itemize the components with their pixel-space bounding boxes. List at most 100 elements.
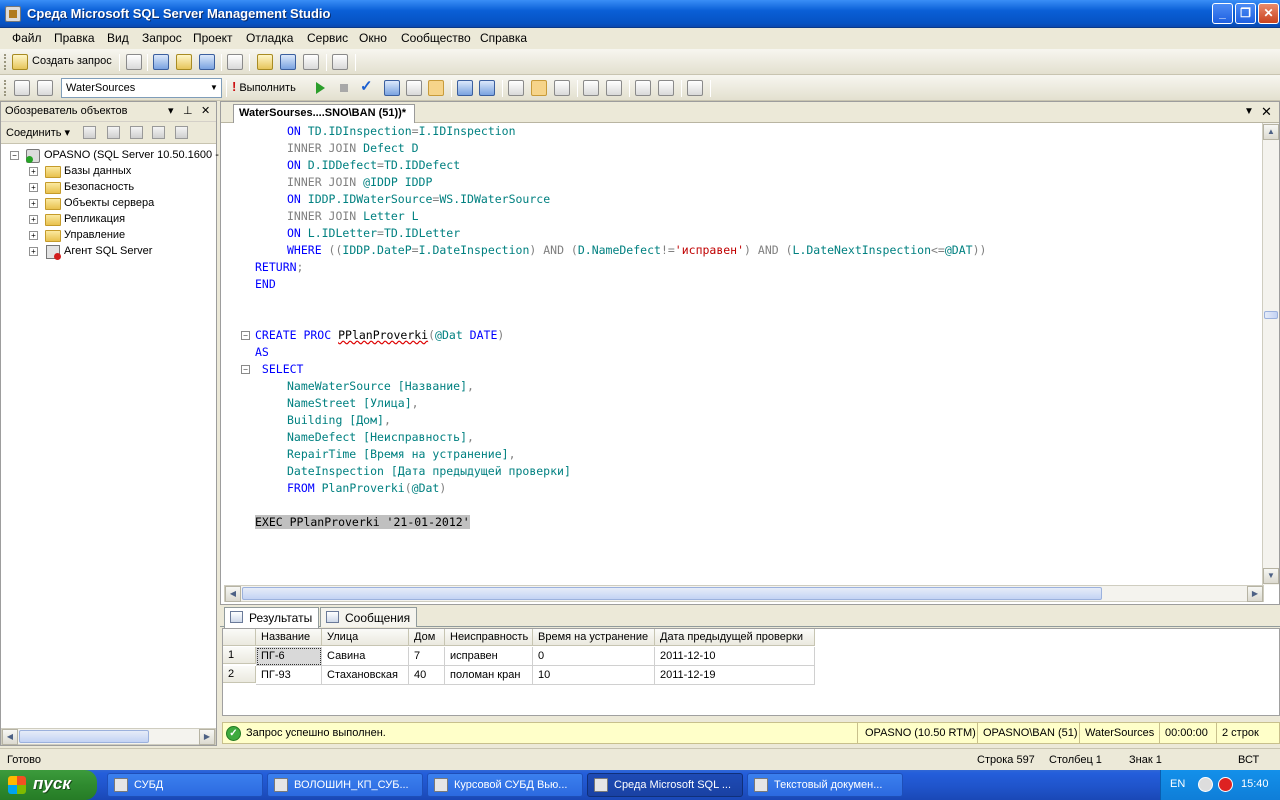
grid-cell[interactable]: 10 bbox=[533, 666, 655, 685]
disconnect-icon[interactable] bbox=[107, 126, 120, 139]
code-line[interactable]: INNER JOIN Defect D bbox=[287, 140, 419, 157]
include-plan-icon[interactable] bbox=[457, 80, 473, 96]
scroll-left-icon[interactable]: ◀ bbox=[2, 729, 18, 745]
scroll-left-icon[interactable]: ◀ bbox=[225, 586, 241, 602]
editor-hscroll[interactable]: ◀ ▶ bbox=[224, 585, 1264, 602]
task-text-doc[interactable]: Текстовый докумен... bbox=[747, 773, 903, 797]
column-header[interactable]: Дом bbox=[409, 629, 445, 646]
collapse-icon[interactable]: − bbox=[10, 151, 19, 160]
menu-project[interactable]: Проект bbox=[193, 31, 233, 45]
code-area[interactable]: ON TD.IDInspection=I.IDInspection INNER J… bbox=[221, 123, 1261, 585]
grid-cell[interactable]: Савина bbox=[322, 647, 409, 666]
specify-values-icon[interactable] bbox=[687, 80, 703, 96]
menu-view[interactable]: Вид bbox=[107, 31, 129, 45]
connect-server-icon[interactable] bbox=[83, 126, 96, 139]
menu-query[interactable]: Запрос bbox=[142, 31, 182, 45]
print-icon[interactable] bbox=[303, 54, 319, 70]
menu-window[interactable]: Окно bbox=[359, 31, 387, 45]
pin-icon[interactable]: ⊥ bbox=[183, 104, 193, 117]
grid-cell[interactable]: Стахановская bbox=[322, 666, 409, 685]
increase-indent-icon[interactable] bbox=[658, 80, 674, 96]
column-header[interactable]: Время на устранение bbox=[533, 629, 655, 646]
column-header[interactable]: Улица bbox=[322, 629, 409, 646]
activity-monitor-icon[interactable] bbox=[332, 54, 348, 70]
code-line[interactable]: RepairTime [Время на устранение], bbox=[287, 446, 516, 463]
grid-cell[interactable]: 7 bbox=[409, 647, 445, 666]
code-line[interactable]: FROM PlanProverki(@Dat) bbox=[287, 480, 446, 497]
tab-list-icon[interactable]: ▼ bbox=[1244, 106, 1254, 117]
grid-cell[interactable]: ПГ-6 bbox=[256, 647, 322, 666]
results-to-text-icon[interactable] bbox=[508, 80, 524, 96]
code-line[interactable]: SELECT bbox=[255, 361, 304, 378]
column-header[interactable]: Название bbox=[256, 629, 322, 646]
row-header[interactable]: 1 bbox=[223, 647, 256, 664]
scroll-up-icon[interactable]: ▲ bbox=[1263, 124, 1279, 140]
code-line[interactable]: END bbox=[255, 276, 276, 293]
grid-cell[interactable]: 2011-12-19 bbox=[655, 666, 815, 685]
task-ssms[interactable]: Среда Microsoft SQL ... bbox=[587, 773, 743, 797]
grid-cell[interactable]: ПГ-93 bbox=[256, 666, 322, 685]
task-folder[interactable]: СУБД bbox=[107, 773, 263, 797]
expand-icon[interactable]: + bbox=[29, 231, 38, 240]
expand-icon[interactable]: + bbox=[29, 183, 38, 192]
connect-dropdown[interactable]: Соединить ▾ bbox=[6, 126, 70, 139]
object-explorer-hscroll[interactable]: ◀ ▶ bbox=[1, 728, 216, 745]
expand-icon[interactable]: + bbox=[29, 167, 38, 176]
scroll-thumb[interactable] bbox=[19, 730, 149, 743]
grid-cell[interactable]: исправен bbox=[445, 647, 533, 666]
results-to-grid-icon[interactable] bbox=[428, 80, 444, 96]
fold-icon[interactable]: − bbox=[241, 365, 250, 374]
scroll-right-icon[interactable]: ▶ bbox=[199, 729, 215, 745]
code-line[interactable]: AS bbox=[255, 344, 269, 361]
grid-cell[interactable]: 2011-12-10 bbox=[655, 647, 815, 666]
toolbar-overflow[interactable] bbox=[355, 54, 356, 71]
code-line[interactable]: Building [Дом], bbox=[287, 412, 391, 429]
tab-results[interactable]: Результаты bbox=[224, 607, 320, 628]
editor-vscroll[interactable]: ▲ ▼ bbox=[1262, 123, 1279, 585]
connect-icon[interactable] bbox=[14, 80, 30, 96]
maximize-button[interactable]: ❐ bbox=[1235, 3, 1256, 24]
close-button[interactable]: ✕ bbox=[1258, 3, 1279, 24]
stop-icon[interactable] bbox=[130, 126, 143, 139]
execute-button[interactable]: ! Выполнить bbox=[232, 79, 296, 94]
menu-help[interactable]: Справка bbox=[480, 31, 527, 45]
code-line[interactable]: NameStreet [Улица], bbox=[287, 395, 419, 412]
code-line[interactable]: ON L.IDLetter=TD.IDLetter bbox=[287, 225, 460, 242]
task-word-doc-1[interactable]: ВОЛОШИН_КП_СУБ... bbox=[267, 773, 423, 797]
grid-corner[interactable] bbox=[223, 629, 256, 646]
results-grid-toggle-icon[interactable] bbox=[531, 80, 547, 96]
code-line[interactable]: INNER JOIN @IDDP IDDP bbox=[287, 174, 432, 191]
column-header[interactable]: Неисправность bbox=[445, 629, 533, 646]
code-line[interactable]: NameDefect [Неисправность], bbox=[287, 429, 474, 446]
grid-cell[interactable]: поломан кран bbox=[445, 666, 533, 685]
uncomment-icon[interactable] bbox=[606, 80, 622, 96]
toolbar-grip[interactable] bbox=[4, 54, 7, 70]
save-icon[interactable] bbox=[280, 54, 296, 70]
panel-menu-icon[interactable]: ▾ bbox=[168, 104, 174, 117]
new-query-icon[interactable] bbox=[12, 54, 28, 70]
panel-close-icon[interactable]: ✕ bbox=[201, 104, 210, 117]
expand-icon[interactable]: + bbox=[29, 199, 38, 208]
parse-check-icon[interactable]: ✓ bbox=[360, 77, 373, 95]
toolbar-grip[interactable] bbox=[4, 80, 7, 96]
code-line[interactable]: ON TD.IDInspection=I.IDInspection bbox=[287, 123, 516, 140]
results-to-file-icon[interactable] bbox=[554, 80, 570, 96]
query-designer-icon[interactable] bbox=[406, 80, 422, 96]
analysis-query-icon[interactable] bbox=[176, 54, 192, 70]
row-header[interactable]: 2 bbox=[223, 666, 256, 683]
client-statistics-icon[interactable] bbox=[479, 80, 495, 96]
menu-file[interactable]: Файл bbox=[12, 31, 42, 45]
close-tab-icon[interactable]: ✕ bbox=[1261, 104, 1272, 120]
open-folder-icon[interactable] bbox=[257, 54, 273, 70]
refresh-icon[interactable] bbox=[175, 126, 188, 139]
copy-file-icon[interactable] bbox=[227, 54, 243, 70]
code-line[interactable]: EXEC PPlanProverki '21-01-2012' bbox=[255, 514, 470, 531]
column-header[interactable]: Дата предыдущей проверки bbox=[655, 629, 815, 646]
start-button[interactable]: пуск bbox=[0, 770, 97, 800]
toolbar-overflow[interactable] bbox=[710, 80, 711, 97]
debug-play-icon[interactable] bbox=[316, 82, 325, 94]
scroll-right-icon[interactable]: ▶ bbox=[1247, 586, 1263, 602]
language-indicator[interactable]: EN bbox=[1170, 778, 1185, 790]
results-grid[interactable]: Название Улица Дом Неисправность Время на ус… bbox=[222, 628, 1280, 716]
filter-icon[interactable] bbox=[152, 126, 165, 139]
